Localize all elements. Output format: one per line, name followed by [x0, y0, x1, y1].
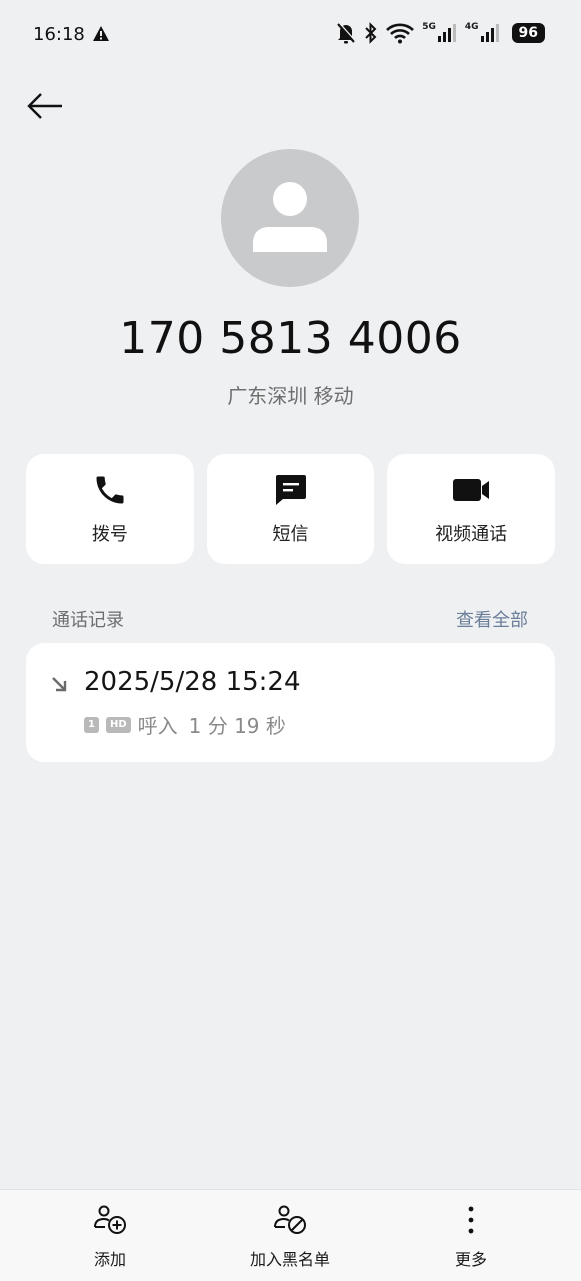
video-camera-icon — [453, 479, 490, 501]
warning-icon — [93, 26, 109, 41]
call-meta: 1 HD 呼入 1 分 19 秒 — [84, 710, 286, 739]
add-label: 添加 — [93, 1250, 126, 1269]
signal-5g-label: 5G — [422, 22, 436, 32]
more-vertical-icon — [468, 1206, 474, 1234]
call-log-title: 通话记录 — [52, 610, 124, 631]
dial-button[interactable]: 拨号 — [26, 454, 194, 564]
battery-level: 96 — [511, 23, 545, 43]
action-buttons: 拨号 短信 视频通话 — [26, 454, 556, 564]
person-icon — [253, 182, 327, 252]
back-button[interactable] — [26, 88, 66, 124]
more-label: 更多 — [454, 1250, 487, 1269]
avatar — [221, 149, 359, 287]
phone-icon — [96, 476, 124, 504]
status-bar: 16:18 5G 4G 96 — [0, 0, 581, 70]
sms-label: 短信 — [272, 524, 309, 545]
cellular-signal-icon — [480, 24, 499, 42]
cellular-signal-icon — [437, 24, 456, 42]
incoming-call-arrow-icon — [52, 677, 67, 692]
phone-number: 170 5813 4006 — [119, 313, 462, 364]
hd-badge: HD — [105, 716, 131, 733]
number-location: 广东深圳 移动 — [227, 384, 354, 408]
bottom-toolbar: 添加 加入黑名单 更多 — [0, 1189, 581, 1281]
add-contact-button[interactable]: 添加 — [30, 1204, 190, 1270]
add-person-icon — [94, 1205, 126, 1234]
wifi-icon — [386, 23, 415, 44]
call-datetime: 2025/5/28 15:24 — [84, 667, 301, 697]
block-label: 加入黑名单 — [249, 1250, 330, 1269]
more-button[interactable]: 更多 — [391, 1204, 551, 1270]
video-call-button[interactable]: 视频通话 — [387, 454, 556, 564]
block-number-button[interactable]: 加入黑名单 — [210, 1204, 370, 1270]
signal-5g: 5G — [422, 23, 457, 43]
bell-off-icon — [337, 22, 357, 44]
message-icon — [275, 475, 306, 505]
signal-4g-label: 4G — [464, 22, 479, 32]
video-call-label: 视频通话 — [435, 524, 508, 545]
call-duration: 1 分 19 秒 — [188, 714, 286, 738]
sms-button[interactable]: 短信 — [206, 454, 375, 564]
view-all-link[interactable]: 查看全部 — [456, 606, 528, 632]
bluetooth-icon — [365, 22, 377, 44]
signal-4g: 4G — [465, 23, 500, 43]
block-person-icon — [274, 1205, 306, 1234]
status-time: 16:18 — [33, 24, 85, 45]
dial-label: 拨号 — [91, 524, 128, 545]
sim-badge: 1 — [84, 716, 99, 733]
arrow-left-icon — [27, 93, 62, 119]
call-direction: 呼入 — [137, 714, 178, 738]
call-log-entry[interactable]: 2025/5/28 15:24 1 HD 呼入 1 分 19 秒 — [26, 643, 555, 762]
